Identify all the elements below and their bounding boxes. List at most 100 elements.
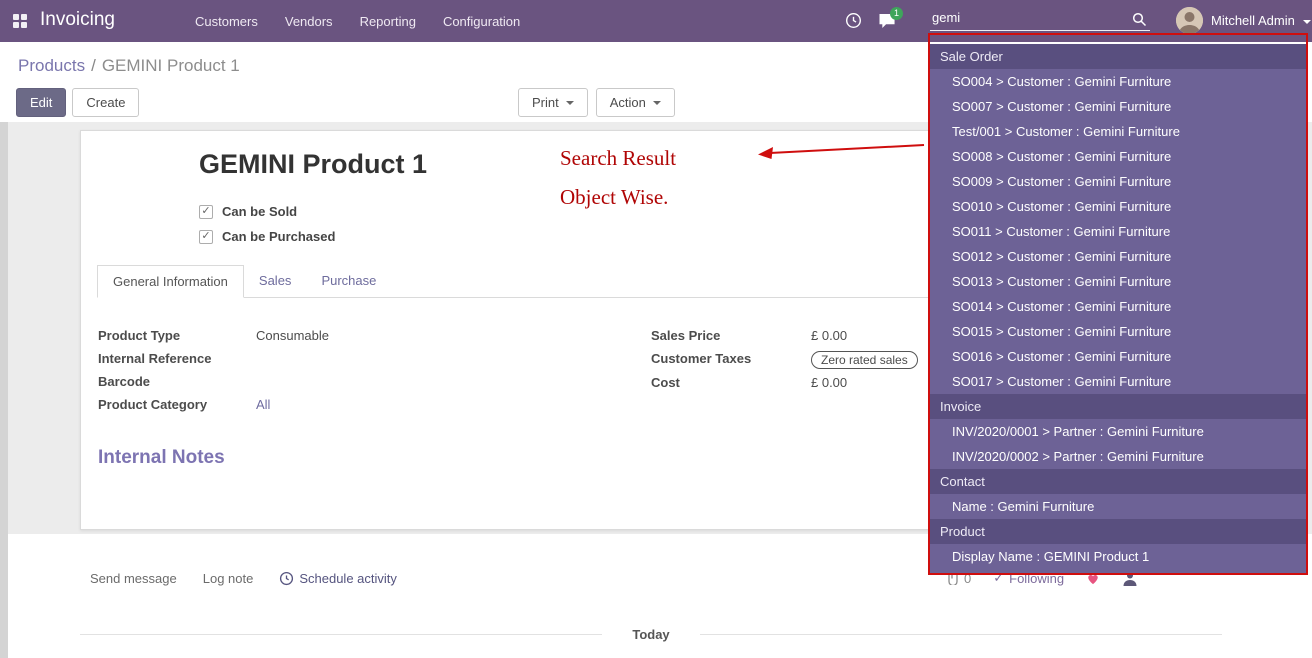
can-be-purchased-row: ✓ Can be Purchased bbox=[199, 229, 335, 244]
field-sales-price: Sales Price £ 0.00 bbox=[651, 328, 918, 345]
field-label: Cost bbox=[651, 375, 811, 390]
search-result-item[interactable]: SO011 > Customer : Gemini Furniture bbox=[930, 219, 1306, 244]
caret-down-icon bbox=[653, 101, 661, 105]
can-be-sold-label: Can be Sold bbox=[222, 204, 297, 219]
search-group-header-sale-order: Sale Order bbox=[930, 44, 1306, 69]
today-label: Today bbox=[632, 627, 669, 642]
internal-notes-heading: Internal Notes bbox=[98, 447, 225, 469]
can-be-sold-row: ✓ Can be Sold bbox=[199, 204, 297, 219]
search-result-item[interactable]: SO008 > Customer : Gemini Furniture bbox=[930, 144, 1306, 169]
tab-purchase[interactable]: Purchase bbox=[306, 265, 391, 298]
annotation-line-2: Object Wise. bbox=[560, 185, 676, 210]
customer-taxes-tag: Zero rated sales bbox=[811, 351, 918, 369]
chatter-composer-links: Send message Log note Schedule activity bbox=[90, 571, 397, 586]
search-result-item[interactable]: Display Name : GEMINI Product 1 bbox=[930, 544, 1306, 569]
search-result-item[interactable]: INV/2020/0002 > Partner : Gemini Furnitu… bbox=[930, 444, 1306, 469]
field-internal-reference: Internal Reference bbox=[98, 351, 329, 368]
caret-down-icon bbox=[1303, 20, 1311, 24]
menu-reporting[interactable]: Reporting bbox=[360, 14, 416, 29]
breadcrumb: Products / GEMINI Product 1 bbox=[18, 56, 240, 76]
print-dropdown-button[interactable]: Print bbox=[518, 88, 588, 117]
search-icon[interactable] bbox=[1132, 12, 1147, 27]
menu-configuration[interactable]: Configuration bbox=[443, 14, 520, 29]
schedule-activity-label: Schedule activity bbox=[299, 571, 397, 586]
field-customer-taxes: Customer Taxes Zero rated sales bbox=[651, 351, 918, 369]
field-cost: Cost £ 0.00 bbox=[651, 375, 918, 392]
divider-line bbox=[700, 634, 1222, 635]
today-divider: Today bbox=[80, 627, 1222, 642]
menu-customers[interactable]: Customers bbox=[195, 14, 258, 29]
field-product-category: Product Category All bbox=[98, 397, 329, 414]
tab-sales[interactable]: Sales bbox=[244, 265, 307, 298]
user-avatar bbox=[1176, 7, 1203, 34]
send-message-button[interactable]: Send message bbox=[90, 571, 177, 586]
search-result-item[interactable]: SO012 > Customer : Gemini Furniture bbox=[930, 244, 1306, 269]
can-be-sold-checkbox[interactable]: ✓ bbox=[199, 205, 213, 219]
edit-button[interactable]: Edit bbox=[16, 88, 66, 117]
field-label: Product Category bbox=[98, 397, 256, 412]
search-group-header-invoice: Invoice bbox=[930, 394, 1306, 419]
messages-bubble-icon[interactable]: 1 bbox=[878, 13, 897, 29]
search-result-item[interactable]: SO016 > Customer : Gemini Furniture bbox=[930, 344, 1306, 369]
right-field-column: Sales Price £ 0.00 Customer Taxes Zero r… bbox=[651, 328, 918, 398]
search-result-item[interactable]: Test/001 > Customer : Gemini Furniture bbox=[930, 119, 1306, 144]
user-menu[interactable]: Mitchell Admin bbox=[1176, 7, 1311, 34]
divider-line bbox=[80, 634, 602, 635]
search-input[interactable] bbox=[930, 5, 1150, 31]
main-menu: Customers Vendors Reporting Configuratio… bbox=[195, 0, 520, 42]
field-value: £ 0.00 bbox=[811, 375, 847, 390]
left-field-column: Product Type Consumable Internal Referen… bbox=[98, 328, 329, 420]
breadcrumb-products-link[interactable]: Products bbox=[18, 56, 85, 75]
search-results-list: Sale Order SO004 > Customer : Gemini Fur… bbox=[930, 44, 1306, 573]
search-result-item[interactable]: SO014 > Customer : Gemini Furniture bbox=[930, 294, 1306, 319]
breadcrumb-separator: / bbox=[91, 56, 96, 75]
print-label: Print bbox=[532, 95, 559, 110]
check-icon: ✓ bbox=[201, 231, 210, 242]
caret-down-icon bbox=[566, 101, 574, 105]
check-icon: ✓ bbox=[201, 206, 210, 217]
search-result-item[interactable]: Name : Gemini Furniture bbox=[930, 494, 1306, 519]
field-value: £ 0.00 bbox=[811, 328, 847, 343]
can-be-purchased-label: Can be Purchased bbox=[222, 229, 335, 244]
global-search bbox=[930, 5, 1150, 31]
activities-clock-icon[interactable] bbox=[845, 12, 862, 29]
user-name: Mitchell Admin bbox=[1211, 13, 1295, 28]
record-action-buttons: Edit Create bbox=[16, 88, 139, 117]
search-results-dropdown: Sale Order SO004 > Customer : Gemini Fur… bbox=[928, 33, 1308, 575]
log-note-button[interactable]: Log note bbox=[203, 571, 254, 586]
field-barcode: Barcode bbox=[98, 374, 329, 391]
search-result-item[interactable]: SO015 > Customer : Gemini Furniture bbox=[930, 319, 1306, 344]
create-button[interactable]: Create bbox=[72, 88, 139, 117]
field-value: Consumable bbox=[256, 328, 329, 343]
field-product-type: Product Type Consumable bbox=[98, 328, 329, 345]
search-result-item[interactable]: SO007 > Customer : Gemini Furniture bbox=[930, 94, 1306, 119]
left-gutter bbox=[0, 122, 8, 658]
search-group-header-product: Product bbox=[930, 519, 1306, 544]
search-result-item[interactable]: INV/2020/0001 > Partner : Gemini Furnitu… bbox=[930, 419, 1306, 444]
search-result-item[interactable]: SO009 > Customer : Gemini Furniture bbox=[930, 169, 1306, 194]
search-result-item[interactable]: SO004 > Customer : Gemini Furniture bbox=[930, 69, 1306, 94]
field-label: Barcode bbox=[98, 374, 256, 389]
menu-vendors[interactable]: Vendors bbox=[285, 14, 333, 29]
can-be-purchased-checkbox[interactable]: ✓ bbox=[199, 230, 213, 244]
product-category-link[interactable]: All bbox=[256, 397, 270, 412]
search-result-item[interactable]: SO010 > Customer : Gemini Furniture bbox=[930, 194, 1306, 219]
schedule-activity-button[interactable]: Schedule activity bbox=[279, 571, 397, 586]
breadcrumb-current: GEMINI Product 1 bbox=[102, 56, 240, 75]
apps-menu-icon[interactable] bbox=[13, 14, 28, 29]
messages-count-badge: 1 bbox=[890, 7, 903, 20]
search-result-item[interactable]: SO017 > Customer : Gemini Furniture bbox=[930, 369, 1306, 394]
action-dropdown-button[interactable]: Action bbox=[596, 88, 675, 117]
field-label: Sales Price bbox=[651, 328, 811, 343]
search-group-header-contact: Contact bbox=[930, 469, 1306, 494]
annotation-arrow bbox=[756, 139, 928, 163]
annotation-note: Search Result Object Wise. bbox=[560, 146, 676, 210]
action-label: Action bbox=[610, 95, 646, 110]
tab-general-information[interactable]: General Information bbox=[97, 265, 244, 298]
field-label: Customer Taxes bbox=[651, 351, 811, 366]
app-name[interactable]: Invoicing bbox=[40, 9, 115, 31]
search-result-item[interactable]: SO013 > Customer : Gemini Furniture bbox=[930, 269, 1306, 294]
field-label: Product Type bbox=[98, 328, 256, 343]
annotation-line-1: Search Result bbox=[560, 146, 676, 171]
field-label: Internal Reference bbox=[98, 351, 256, 366]
